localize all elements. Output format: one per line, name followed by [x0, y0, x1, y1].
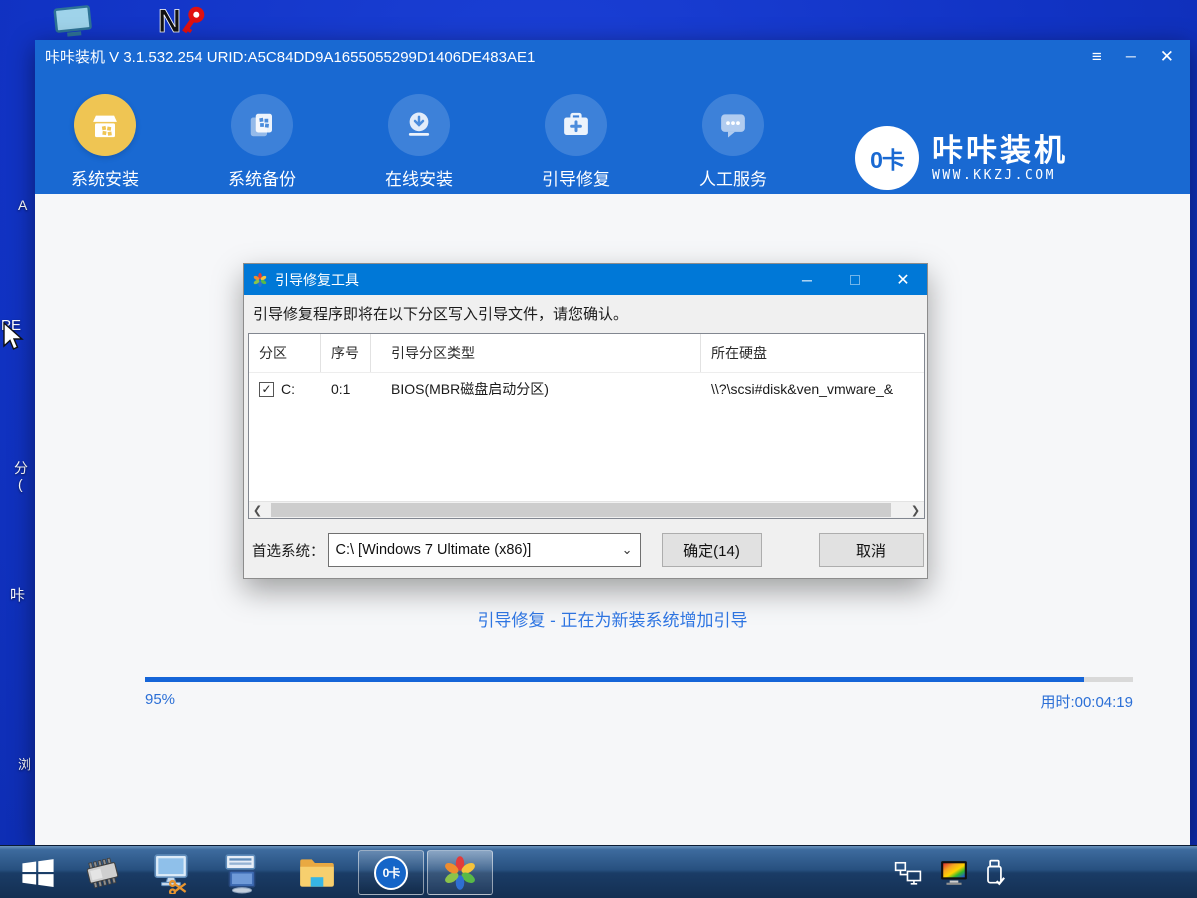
- download-icon: [388, 94, 450, 156]
- preferred-system-select[interactable]: C:\ [Windows 7 Ultimate (x86)] ⌄: [327, 533, 641, 567]
- dialog-maximize-icon: [831, 264, 879, 295]
- taskbar-icon-file-explorer[interactable]: [293, 850, 341, 895]
- partition-table: 分区 序号 引导分区类型 所在硬盘 C: 0:1 BIOS(MBR磁盘启动分区)…: [248, 333, 925, 519]
- tray-network-icon[interactable]: [890, 850, 926, 895]
- cell-index: 0:1: [331, 381, 351, 397]
- desktop: N A PE 分 ( 咔 浏 咔咔装机 V 3.1.532.254 URID:A…: [0, 0, 1197, 898]
- kk-badge-icon: 0卡: [855, 126, 919, 190]
- chat-bubble-icon: [702, 94, 764, 156]
- brand-url: WWW.KKZJ.COM: [932, 167, 1056, 183]
- cell-boot-type: BIOS(MBR磁盘启动分区): [391, 381, 549, 397]
- nav-item-system-backup[interactable]: 系统备份: [212, 94, 312, 190]
- nav-label: 在线安装: [385, 170, 453, 189]
- taskbar: 0卡: [0, 845, 1197, 898]
- desktop-label-fragment: (: [18, 476, 23, 492]
- progress-fill: [145, 677, 1084, 682]
- cell-disk: \\?\scsi#disk&ven_vmware_&: [711, 381, 894, 397]
- col-header-disk[interactable]: 所在硬盘: [701, 334, 924, 372]
- nav-label: 人工服务: [699, 170, 767, 189]
- cell-partition: C:: [281, 381, 295, 397]
- taskbar-icon-snipping[interactable]: [148, 850, 196, 895]
- nav-label: 引导修复: [542, 170, 610, 189]
- menu-icon[interactable]: ≡: [1092, 48, 1102, 65]
- brand-name: 咔咔装机: [932, 132, 1068, 168]
- scrollbar-thumb[interactable]: [271, 503, 891, 517]
- dialog-minimize-icon[interactable]: ─: [783, 264, 831, 295]
- dialog-titlebar: 引导修复工具 ─ ✕: [244, 264, 927, 295]
- taskbar-button-kkzj[interactable]: 0卡: [358, 850, 424, 895]
- nav-item-boot-repair[interactable]: 引导修复: [526, 94, 626, 190]
- col-header-partition[interactable]: 分区: [249, 334, 321, 372]
- backup-copies-icon: [231, 94, 293, 156]
- monitor-scissors-icon: [154, 853, 188, 894]
- progress-bar: [145, 677, 1133, 682]
- svg-text:N: N: [158, 3, 181, 39]
- nav-label: 系统安装: [71, 170, 139, 189]
- desktop-label-fragment: 咔: [10, 587, 26, 604]
- row-checkbox[interactable]: [259, 381, 274, 397]
- close-icon[interactable]: ✕: [1160, 48, 1174, 65]
- mouse-cursor: [2, 321, 24, 359]
- table-header-row: 分区 序号 引导分区类型 所在硬盘: [249, 334, 924, 373]
- taskbar-icon-chip[interactable]: [78, 850, 126, 895]
- tray-usb-icon[interactable]: [980, 850, 1010, 895]
- pinwheel-icon: [445, 855, 475, 890]
- tray-display-color-icon[interactable]: [936, 850, 972, 895]
- cancel-button[interactable]: 取消: [818, 533, 924, 567]
- install-box-icon: [74, 94, 136, 156]
- nav-label: 系统备份: [228, 170, 296, 189]
- main-header: 系统安装 系统备份 在线安装 引导修复 人工服务 0卡 咔咔装机 WWW.KKZ…: [35, 72, 1190, 194]
- taskbar-button-boot-repair[interactable]: [427, 850, 493, 895]
- boot-repair-dialog: 引导修复工具 ─ ✕ 引导修复程序即将在以下分区写入引导文件，请您确认。 分区 …: [243, 263, 928, 579]
- taskbar-icon-remote-pc[interactable]: [218, 850, 266, 895]
- elapsed-time: 用时:00:04:19: [1040, 694, 1133, 711]
- preferred-system-label: 首选系统：: [252, 543, 325, 560]
- main-window-title: 咔咔装机 V 3.1.532.254 URID:A5C84DD9A1655055…: [45, 48, 536, 66]
- horizontal-scrollbar[interactable]: ❮ ❯: [249, 501, 924, 518]
- nav-item-human-service[interactable]: 人工服务: [683, 94, 783, 190]
- kk-badge-icon: 0卡: [374, 855, 408, 890]
- desktop-label-fragment: A: [18, 197, 28, 213]
- dialog-footer: 首选系统： C:\ [Windows 7 Ultimate (x86)] ⌄ 确…: [248, 530, 925, 570]
- desktop-label-fragment: 分: [14, 460, 28, 476]
- minimize-icon[interactable]: ─: [1126, 49, 1136, 63]
- status-text: 引导修复 - 正在为新装系统增加引导: [477, 611, 748, 630]
- ok-button[interactable]: 确定(14): [661, 533, 762, 567]
- dialog-title: 引导修复工具: [275, 271, 359, 288]
- col-header-boot-type[interactable]: 引导分区类型: [371, 334, 701, 372]
- chevron-down-icon: ⌄: [621, 542, 633, 557]
- scroll-left-icon[interactable]: ❮: [249, 502, 266, 518]
- col-header-index[interactable]: 序号: [321, 334, 371, 372]
- main-titlebar: 咔咔装机 V 3.1.532.254 URID:A5C84DD9A1655055…: [35, 40, 1190, 72]
- progress-percent: 95%: [145, 691, 176, 708]
- dialog-close-icon[interactable]: ✕: [879, 264, 927, 295]
- start-button[interactable]: [10, 850, 66, 895]
- windows-flag-icon: [22, 858, 54, 887]
- desktop-label-fragment: 浏: [18, 757, 32, 772]
- memory-chip-icon: [86, 857, 119, 888]
- scroll-right-icon[interactable]: ❯: [907, 502, 924, 518]
- table-row[interactable]: C: 0:1 BIOS(MBR磁盘启动分区) \\?\scsi#disk&ven…: [249, 373, 924, 405]
- dialog-message: 引导修复程序即将在以下分区写入引导文件，请您确认。: [253, 306, 629, 323]
- monitor-keyboard-icon: [225, 853, 256, 893]
- preferred-system-value: C:\ [Windows 7 Ultimate (x86)]: [335, 542, 532, 558]
- pinwheel-icon: [253, 272, 267, 287]
- toolbox-plus-icon: [545, 94, 607, 156]
- nav-item-system-install[interactable]: 系统安装: [55, 94, 155, 190]
- nav-item-online-install[interactable]: 在线安装: [369, 94, 469, 190]
- folder-icon: [300, 858, 334, 887]
- brand-logo: 0卡 咔咔装机 WWW.KKZJ.COM: [855, 126, 1068, 190]
